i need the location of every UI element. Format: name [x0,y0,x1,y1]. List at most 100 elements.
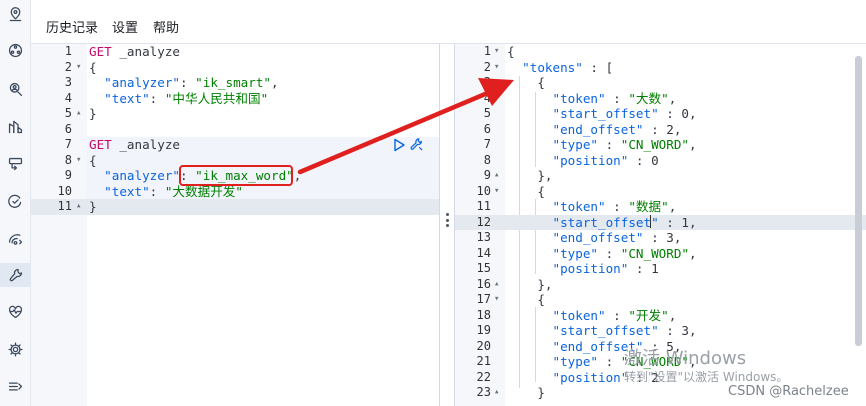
fold-toggle-icon[interactable]: ▴ [494,168,499,184]
line-number: 23 [476,385,491,399]
fold-toggle-icon[interactable]: ▾ [494,75,499,91]
response-line[interactable]: 12 "start_offset" : 1, [455,214,866,230]
menu-settings[interactable]: 设置 [112,17,138,36]
code-text: "type" : "CN_WORD", [552,245,697,261]
response-scrollbar[interactable] [855,56,862,346]
code-text: { [507,183,545,199]
response-line[interactable]: 2 ▾ "tokens" : [ [455,60,866,76]
request-line[interactable]: 6 [31,122,439,138]
line-number: 16 [476,276,491,291]
line-number: 4 [483,90,491,105]
line-number: 10 [476,183,491,198]
fold-toggle-icon[interactable]: ▾ [494,184,499,200]
line-number: 2 [483,59,491,74]
gear-icon[interactable] [0,337,31,361]
code-text: "analyzer": "ik_smart", [104,75,279,90]
line-number: 13 [476,230,491,244]
line-number: 15 [476,261,491,275]
line-number: 19 [476,323,491,337]
collapse-menu-icon[interactable] [0,374,31,398]
request-editor[interactable]: 1 GET _analyze 2 ▾ {3 "analyzer": "ik_smart"… [31,44,440,406]
code-text: "start_offset" : 1, [552,214,697,230]
code-text: } [507,385,545,400]
fold-toggle-icon[interactable]: ▴ [494,277,499,293]
line-number: 12 [476,214,491,229]
check-loop-icon[interactable] [0,189,31,213]
line-number: 14 [476,245,491,260]
line-number: 4 [64,90,72,105]
response-line[interactable]: 3 ▾ { [455,75,866,91]
code-text: "text": "中华人民共和国" [104,90,269,106]
line-number: 17 [476,292,491,306]
response-line[interactable]: 10 ▾ { [455,184,866,200]
menu-history[interactable]: 历史记录 [46,17,98,36]
response-line[interactable]: 19 "start_offset" : 3, [455,323,866,339]
line-number: 7 [64,137,72,151]
console-icon[interactable] [0,152,31,176]
line-number: 2 [64,59,72,74]
response-line[interactable]: 15 "position" : 1 [455,261,866,277]
fold-toggle-icon[interactable]: ▾ [494,292,499,308]
request-line[interactable]: 2 ▾ { [31,60,439,76]
response-line[interactable]: 14 "type" : "CN_WORD", [455,246,866,262]
response-line[interactable]: 13 "end_offset" : 3, [455,230,866,246]
chart-icon[interactable] [0,114,31,138]
request-line[interactable]: 5 ▴} [31,106,439,122]
person-search-icon[interactable] [0,77,31,101]
code-text: "position" : 0 [552,152,659,168]
pane-resize-handle[interactable] [442,213,452,227]
cluster-icon[interactable] [0,38,31,62]
annotation-highlight-box [179,165,293,186]
request-line[interactable]: 4 "text": "中华人民共和国" [31,91,439,107]
response-line[interactable]: 6 "end_offset" : 2, [455,122,866,138]
fold-toggle-icon[interactable]: ▴ [76,106,81,122]
csdn-author-watermark: CSDN @Rachelzee [728,384,849,399]
line-number: 22 [476,369,491,384]
line-number: 1 [64,44,72,58]
menu-help[interactable]: 帮助 [153,17,179,36]
code-text: { [89,59,97,75]
response-line[interactable]: 7 "type" : "CN_WORD", [455,137,866,153]
line-number: 3 [64,75,72,89]
line-number: 6 [64,121,72,136]
heartbeat-icon[interactable] [0,299,31,323]
response-line[interactable]: 17 ▾ { [455,292,866,308]
location-pin-icon[interactable] [0,2,31,26]
fold-toggle-icon[interactable]: ▾ [494,60,499,76]
response-line[interactable]: 5 "start_offset" : 0, [455,106,866,122]
fold-toggle-icon[interactable]: ▾ [494,44,499,60]
line-number: 3 [483,75,491,89]
request-line[interactable]: 11 ▴} [31,199,439,215]
code-text: "start_offset" : 0, [552,106,697,121]
code-text: "token" : "开发", [552,307,677,323]
nav-sidebar [0,0,31,406]
response-line[interactable]: 8 "position" : 0 [455,153,866,169]
code-text: }, [507,276,553,292]
fold-toggle-icon[interactable]: ▴ [494,385,499,401]
code-text: "end_offset" : 3, [552,230,682,245]
request-options-wrench-icon[interactable] [409,137,424,152]
signal-icon[interactable] [0,227,31,251]
line-number: 20 [476,338,491,353]
response-line[interactable]: 1 ▾ { [455,44,866,60]
fold-toggle-icon[interactable]: ▴ [76,199,81,215]
response-line[interactable]: 18 "token" : "开发", [455,308,866,324]
code-text: } [89,199,97,214]
code-text: { [507,292,545,307]
line-number: 9 [64,168,72,182]
fold-toggle-icon[interactable]: ▾ [76,60,81,76]
code-text: "end_offset" : 2, [552,121,682,137]
line-number: 5 [483,106,491,120]
line-number: 7 [483,137,491,151]
response-line[interactable]: 16 ▴ }, [455,277,866,293]
send-request-play-icon[interactable] [392,138,406,152]
response-line[interactable]: 11 "token" : "数据", [455,199,866,215]
fold-toggle-icon[interactable]: ▾ [76,153,81,169]
line-number: 10 [57,183,72,198]
response-line[interactable]: 9 ▴ }, [455,168,866,184]
request-line[interactable]: 3 "analyzer": "ik_smart", [31,75,439,91]
response-line[interactable]: 4 "token" : "大数", [455,91,866,107]
wrench-icon[interactable] [0,263,31,287]
request-line[interactable]: 7 GET _analyze [31,137,439,153]
request-line[interactable]: 1 GET _analyze [31,44,439,60]
